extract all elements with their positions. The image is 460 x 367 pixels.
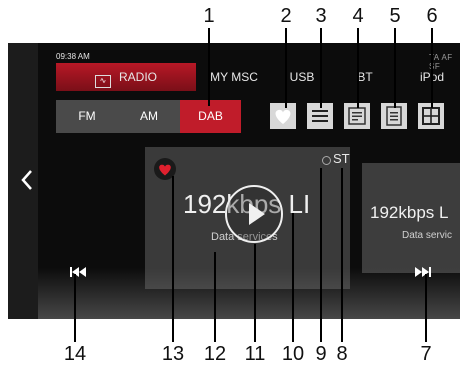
- play-icon: [249, 203, 265, 225]
- callout-11: 11: [244, 343, 266, 365]
- callout-line: [320, 28, 322, 108]
- tab-usb[interactable]: USB: [282, 63, 322, 91]
- callout-14: 14: [63, 343, 87, 365]
- band-am[interactable]: AM: [118, 100, 180, 133]
- favorites-button[interactable]: [270, 103, 296, 129]
- station-name: 192kbps L: [370, 203, 449, 222]
- callout-line: [394, 28, 396, 108]
- callout-12: 12: [203, 343, 227, 365]
- bottom-gradient: [38, 268, 460, 319]
- tab-label: USB: [289, 70, 315, 84]
- callout-3: 3: [315, 5, 327, 27]
- callout-10: 10: [281, 343, 305, 365]
- left-side-panel: [8, 43, 38, 319]
- callout-4: 4: [352, 5, 364, 27]
- tab-bt[interactable]: BT: [348, 63, 382, 91]
- callout-line: [357, 28, 359, 108]
- callout-6: 6: [426, 5, 438, 27]
- tab-radio-label: RADIO: [118, 70, 157, 84]
- callout-13: 13: [161, 343, 185, 365]
- callout-line: [172, 176, 174, 342]
- source-tabs: ∿RADIO MY MSC USB BT iPod: [56, 63, 460, 91]
- tab-label: BT: [357, 70, 373, 84]
- band-selector: FM AM DAB: [56, 100, 241, 133]
- radio-wave-icon: ∿: [94, 75, 111, 88]
- play-button[interactable]: [225, 185, 283, 243]
- signal-indicator-icon: [322, 156, 331, 165]
- radio-screen: 09:38 AM TA AF SF ∿RADIO MY MSC USB BT i…: [8, 43, 460, 319]
- callout-line: [74, 274, 76, 342]
- callout-line: [254, 244, 256, 342]
- band-label: FM: [78, 109, 96, 123]
- tab-label: MY MSC: [210, 70, 258, 84]
- callout-line: [285, 28, 287, 108]
- callout-line: [320, 168, 322, 342]
- service-label: Data servic: [402, 230, 453, 241]
- next-track-icon[interactable]: [414, 265, 432, 279]
- stereo-indicator: ST: [333, 151, 350, 166]
- callout-line: [208, 28, 210, 106]
- band-label: DAB: [198, 109, 223, 123]
- callout-2: 2: [280, 5, 292, 27]
- next-station-card[interactable]: 192kbps L Data servic: [362, 163, 460, 273]
- callout-5: 5: [389, 5, 401, 27]
- band-label: AM: [140, 109, 158, 123]
- previous-track-icon[interactable]: [69, 265, 87, 279]
- callout-1: 1: [203, 5, 215, 27]
- callout-line: [214, 252, 216, 342]
- callout-line: [341, 168, 343, 342]
- callout-7: 7: [420, 343, 432, 365]
- tab-my-music[interactable]: MY MSC: [204, 63, 264, 91]
- back-chevron-icon[interactable]: [16, 167, 38, 193]
- callout-line: [292, 213, 294, 342]
- band-fm[interactable]: FM: [56, 100, 118, 133]
- tab-radio[interactable]: ∿ RADIO: [56, 63, 196, 91]
- callout-8: 8: [336, 343, 348, 365]
- band-dab[interactable]: DAB: [180, 100, 241, 133]
- callout-line: [431, 28, 433, 108]
- clock: 09:38 AM: [56, 52, 90, 61]
- favorite-heart-icon: [275, 109, 291, 124]
- callout-line: [425, 274, 427, 342]
